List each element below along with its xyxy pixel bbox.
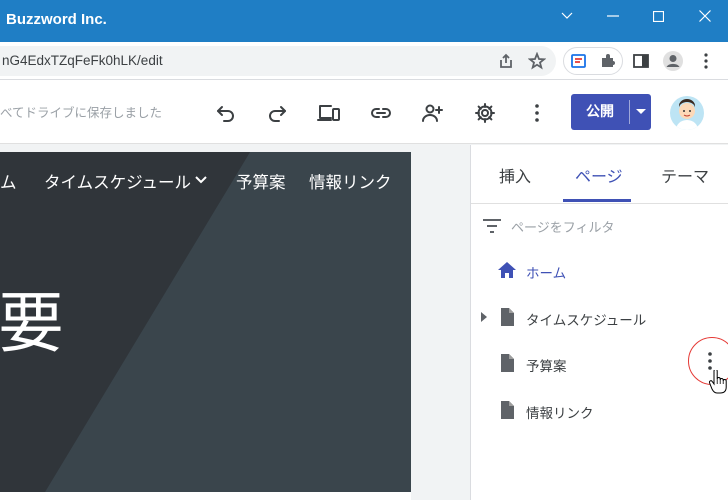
tab-pages[interactable]: ページ bbox=[575, 163, 623, 187]
profile-icon bbox=[663, 51, 683, 71]
undo-icon bbox=[217, 106, 234, 122]
page-icon bbox=[501, 354, 514, 372]
caret-down-icon bbox=[636, 109, 646, 114]
sites-toolbar: べてドライブに保存しました 公開 bbox=[0, 80, 728, 144]
side-panel-icon bbox=[633, 54, 649, 68]
maximize-button[interactable] bbox=[635, 0, 681, 32]
page-item-label: 予算案 bbox=[526, 359, 567, 375]
star-icon bbox=[528, 52, 546, 70]
share-with-others-button[interactable] bbox=[419, 100, 445, 126]
extension-button[interactable] bbox=[567, 49, 591, 73]
page-item-label: タイムスケジュール bbox=[526, 313, 647, 329]
home-icon bbox=[498, 262, 516, 278]
page-icon bbox=[501, 308, 514, 326]
account-avatar[interactable] bbox=[670, 96, 704, 130]
tab-insert[interactable]: 挿入 bbox=[499, 163, 531, 187]
link-icon bbox=[371, 108, 391, 118]
page-item-schedule[interactable]: タイムスケジュール bbox=[471, 298, 728, 338]
devices-icon bbox=[317, 105, 340, 121]
sites-side-panel: 挿入 ページ テーマ ページをフィルタ ホーム タイムスケジュール 予算案 情報… bbox=[470, 145, 728, 500]
publish-dropdown-button[interactable] bbox=[631, 94, 651, 130]
hero-title[interactable]: 要 bbox=[0, 270, 64, 366]
publish-button[interactable]: 公開 bbox=[571, 94, 629, 130]
tab-themes[interactable]: テーマ bbox=[661, 163, 709, 187]
more-vert-icon bbox=[704, 53, 708, 69]
extensions-group bbox=[563, 47, 623, 75]
hand-cursor-icon bbox=[709, 370, 727, 394]
gear-icon bbox=[475, 103, 495, 123]
chevron-down-icon bbox=[195, 176, 207, 184]
share-button[interactable] bbox=[494, 49, 518, 73]
preview-button[interactable] bbox=[316, 100, 342, 126]
bookmark-button[interactable] bbox=[525, 49, 549, 73]
page-body bbox=[0, 492, 411, 500]
side-panel-button[interactable] bbox=[629, 49, 653, 73]
active-tab-indicator bbox=[563, 199, 631, 202]
minimize-button[interactable] bbox=[590, 0, 636, 32]
site-nav-item-home[interactable]: ム bbox=[0, 169, 17, 193]
redo-button[interactable] bbox=[264, 100, 290, 126]
avatar-face-icon bbox=[676, 99, 698, 130]
chevron-down-icon bbox=[561, 12, 573, 19]
expand-arrow-icon[interactable] bbox=[481, 312, 487, 322]
page-item-label: ホーム bbox=[526, 266, 567, 282]
site-header-banner[interactable]: ム タイムスケジュール 予算案 情報リンク 要 bbox=[0, 152, 411, 492]
redo-icon bbox=[269, 106, 286, 122]
share-icon bbox=[500, 53, 512, 68]
window-title: Buzzword Inc. bbox=[6, 11, 107, 28]
browser-address-bar: nG4EdxTZqFeFk0hLK/edit bbox=[0, 42, 728, 80]
window-titlebar: Buzzword Inc. bbox=[0, 0, 728, 42]
page-item-home[interactable]: ホーム bbox=[471, 251, 728, 291]
close-icon bbox=[699, 10, 711, 22]
more-options-button[interactable] bbox=[524, 100, 550, 126]
filter-icon bbox=[483, 219, 501, 233]
window-menu-button[interactable] bbox=[544, 0, 590, 32]
close-button[interactable] bbox=[682, 0, 728, 32]
tab-divider bbox=[471, 203, 728, 204]
more-vert-icon[interactable] bbox=[706, 351, 714, 371]
browser-menu-button[interactable] bbox=[694, 49, 718, 73]
puzzle-icon bbox=[602, 54, 615, 67]
publish-divider bbox=[629, 100, 630, 124]
site-nav-item-budget[interactable]: 予算案 bbox=[236, 169, 286, 193]
save-status: べてドライブに保存しました bbox=[0, 105, 163, 120]
profile-button[interactable] bbox=[661, 49, 685, 73]
undo-button[interactable] bbox=[213, 100, 239, 126]
settings-button[interactable] bbox=[472, 100, 498, 126]
page-icon bbox=[501, 401, 514, 419]
minimize-icon bbox=[607, 15, 619, 17]
extension-page-icon bbox=[571, 54, 586, 68]
filter-pages-input[interactable]: ページをフィルタ bbox=[511, 217, 614, 236]
extensions-button[interactable] bbox=[596, 49, 620, 73]
page-item-label: 情報リンク bbox=[526, 406, 594, 422]
site-nav-item-schedule[interactable]: タイムスケジュール bbox=[44, 169, 191, 193]
url-text: nG4EdxTZqFeFk0hLK/edit bbox=[2, 53, 163, 68]
publish-button-group: 公開 bbox=[571, 94, 651, 130]
copy-link-button[interactable] bbox=[368, 100, 394, 126]
url-field[interactable]: nG4EdxTZqFeFk0hLK/edit bbox=[0, 46, 556, 76]
site-nav-item-links[interactable]: 情報リンク bbox=[309, 169, 392, 193]
person-add-icon bbox=[422, 104, 443, 122]
maximize-icon bbox=[652, 10, 664, 22]
page-item-links[interactable]: 情報リンク bbox=[471, 391, 728, 431]
more-vert-icon bbox=[535, 104, 539, 122]
